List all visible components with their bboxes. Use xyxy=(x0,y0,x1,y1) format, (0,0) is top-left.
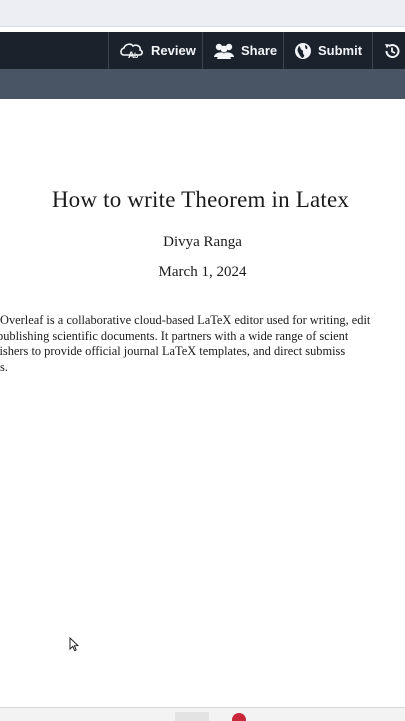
history-icon xyxy=(383,42,401,60)
submit-label: Submit xyxy=(318,43,363,58)
share-label: Share xyxy=(241,43,278,58)
share-button[interactable]: Share xyxy=(202,32,283,69)
document-date: March 1, 2024 xyxy=(158,264,247,280)
paragraph-line: lishers to provide official journal LaTe… xyxy=(0,344,346,358)
document-paragraph: Overleaf is a collaborative cloud-based … xyxy=(0,313,405,375)
globe-icon xyxy=(294,42,312,60)
paragraph-line: s. xyxy=(0,359,8,374)
svg-text:b: b xyxy=(134,53,138,60)
browser-top-strip xyxy=(0,0,405,27)
share-icon xyxy=(213,42,235,60)
editor-toolbar: A b Review Share Submit xyxy=(0,32,405,69)
paragraph-line: Overleaf is a collaborative cloud-based … xyxy=(0,313,371,327)
pdf-viewer-toolbar xyxy=(0,69,405,99)
os-taskbar xyxy=(0,707,405,721)
paragraph-line: publishing scientific documents. It part… xyxy=(0,328,349,343)
document-title: How to write Theorem in Latex xyxy=(51,187,350,212)
mouse-pointer-icon xyxy=(69,636,80,657)
review-icon: A b xyxy=(119,42,145,60)
review-label: Review xyxy=(151,43,196,58)
document-author: Divya Ranga xyxy=(163,234,242,250)
history-button[interactable] xyxy=(372,32,405,69)
review-button[interactable]: A b Review xyxy=(108,32,202,69)
pdf-preview: How to write Theorem in Latex Divya Rang… xyxy=(0,99,405,707)
submit-button[interactable]: Submit xyxy=(283,32,372,69)
